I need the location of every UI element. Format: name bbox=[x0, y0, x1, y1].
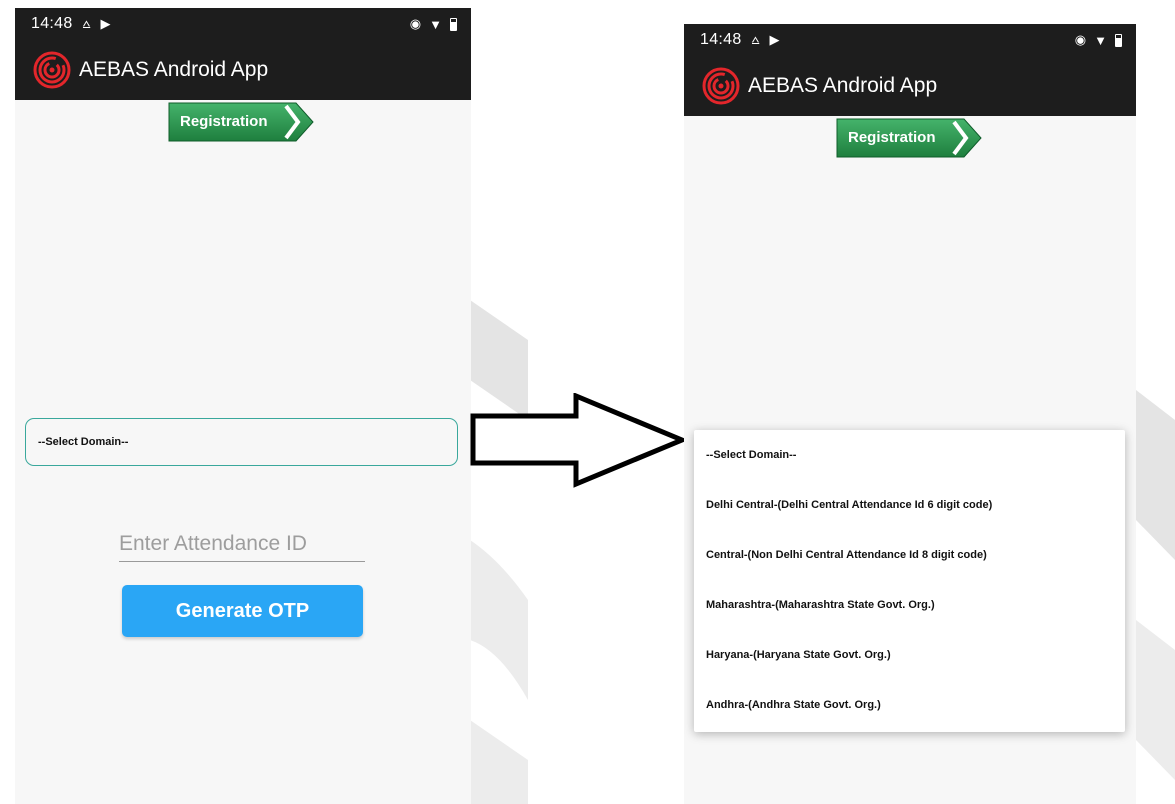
dropdown-option[interactable]: Delhi Central-(Delhi Central Attendance … bbox=[694, 480, 1125, 530]
dropdown-option[interactable]: Haryana-(Haryana State Govt. Org.) bbox=[694, 630, 1125, 680]
right-arrow-icon bbox=[470, 393, 686, 488]
fingerprint-logo-icon bbox=[702, 67, 740, 105]
status-time: 14:48 bbox=[31, 15, 73, 32]
app-title: AEBAS Android App bbox=[748, 74, 938, 97]
generate-otp-button[interactable]: Generate OTP bbox=[122, 585, 363, 637]
vibrate-icon: ◉ bbox=[1074, 32, 1087, 47]
usb-icon: ⩟ bbox=[82, 16, 91, 31]
usb-icon: ⩟ bbox=[751, 32, 760, 47]
registration-button[interactable]: Registration bbox=[836, 118, 982, 158]
registration-label: Registration bbox=[180, 113, 268, 130]
status-time: 14:48 bbox=[700, 31, 742, 48]
dropdown-option[interactable]: --Select Domain-- bbox=[694, 430, 1125, 480]
status-bar: 14:48 ⩟ ▶ ◉ ▼ bbox=[15, 8, 471, 40]
dropdown-option[interactable]: Central-(Non Delhi Central Attendance Id… bbox=[694, 530, 1125, 580]
battery-icon bbox=[450, 17, 457, 31]
domain-select[interactable]: --Select Domain-- bbox=[25, 418, 458, 466]
attendance-id-input[interactable] bbox=[119, 529, 365, 562]
play-icon: ▶ bbox=[769, 32, 780, 47]
dropdown-option[interactable]: Andhra-(Andhra State Govt. Org.) bbox=[694, 680, 1125, 730]
domain-dropdown-menu: --Select Domain-- Delhi Central-(Delhi C… bbox=[694, 430, 1125, 732]
battery-icon bbox=[1115, 33, 1122, 47]
app-toolbar: AEBAS Android App bbox=[684, 56, 1136, 116]
vibrate-icon: ◉ bbox=[409, 16, 422, 31]
domain-select-value: --Select Domain-- bbox=[38, 436, 129, 448]
registration-label: Registration bbox=[848, 129, 936, 146]
registration-button[interactable]: Registration bbox=[168, 102, 314, 142]
wifi-icon: ▼ bbox=[429, 16, 442, 32]
play-icon: ▶ bbox=[100, 16, 111, 31]
wifi-icon: ▼ bbox=[1094, 32, 1107, 48]
app-toolbar: AEBAS Android App bbox=[15, 40, 471, 100]
app-title: AEBAS Android App bbox=[79, 58, 269, 81]
status-bar: 14:48 ⩟ ▶ ◉ ▼ bbox=[684, 24, 1136, 56]
phone-screen-before: 14:48 ⩟ ▶ ◉ ▼ AEBAS Android App Registra… bbox=[15, 8, 471, 804]
fingerprint-logo-icon bbox=[33, 51, 71, 89]
phone-screen-after: 14:48 ⩟ ▶ ◉ ▼ AEBAS Android App Registra… bbox=[684, 24, 1136, 804]
dropdown-option[interactable]: Maharashtra-(Maharashtra State Govt. Org… bbox=[694, 580, 1125, 630]
